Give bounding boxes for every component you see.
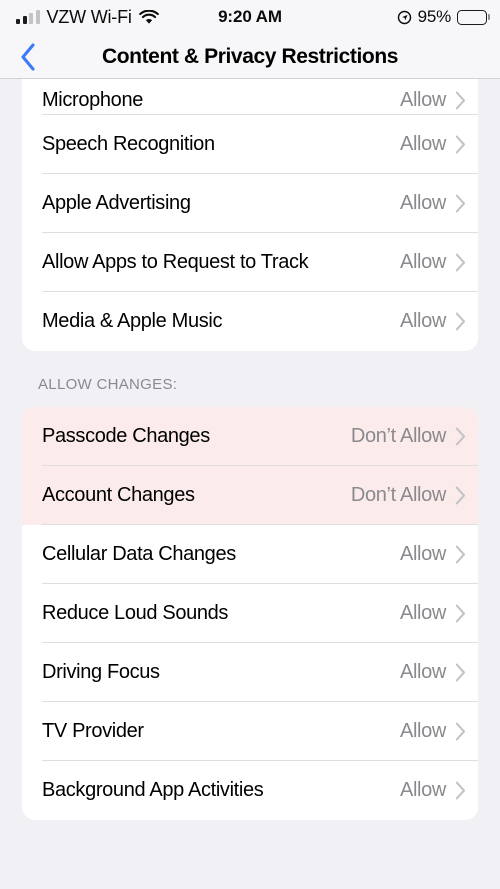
settings-row-accessory: Allow xyxy=(400,192,466,215)
chevron-right-icon xyxy=(455,545,466,564)
settings-row[interactable]: Media & Apple Music Allow xyxy=(22,292,478,351)
settings-row-accessory: Don’t Allow xyxy=(351,425,466,448)
settings-row-accessory: Allow xyxy=(400,720,466,743)
settings-row-label: Media & Apple Music xyxy=(42,310,223,332)
settings-row-value: Allow xyxy=(399,543,446,565)
settings-row-value: Don’t Allow xyxy=(350,425,446,447)
chevron-right-icon xyxy=(455,486,466,505)
settings-row-accessory: Allow xyxy=(400,310,466,333)
chevron-right-icon xyxy=(455,781,466,800)
settings-row-accessory: Allow xyxy=(400,133,466,156)
settings-row-label: Passcode Changes xyxy=(42,425,210,447)
settings-scroll-view[interactable]: Microphone Allow Speech Recognition Allow Ap… xyxy=(0,79,500,889)
chevron-right-icon xyxy=(455,427,466,446)
settings-row-value: Don’t Allow xyxy=(350,484,446,506)
settings-group-card: Passcode Changes Don’t Allow Account Chang… xyxy=(22,407,478,820)
settings-row[interactable]: Passcode Changes Don’t Allow xyxy=(22,407,478,466)
settings-row-label: Reduce Loud Sounds xyxy=(42,602,229,624)
settings-row[interactable]: TV Provider Allow xyxy=(22,702,478,761)
settings-row-accessory: Allow xyxy=(400,543,466,566)
settings-row-value: Allow xyxy=(399,310,446,332)
status-bar-right: 95% xyxy=(397,7,490,27)
battery-percent-label: 95% xyxy=(417,7,452,26)
settings-row[interactable]: Microphone Allow xyxy=(22,79,478,115)
navigation-bar: Content & Privacy Restrictions xyxy=(0,34,500,79)
settings-row-value: Allow xyxy=(399,133,446,155)
location-arrow-icon xyxy=(397,10,412,25)
settings-row-label: Microphone xyxy=(42,89,144,111)
chevron-right-icon xyxy=(455,604,466,623)
settings-row-accessory: Allow xyxy=(400,251,466,274)
chevron-right-icon xyxy=(455,135,466,154)
chevron-right-icon xyxy=(455,91,466,110)
chevron-right-icon xyxy=(455,722,466,741)
settings-row-label: Background App Activities xyxy=(42,779,264,801)
settings-row-accessory: Allow xyxy=(400,89,466,112)
settings-row-value: Allow xyxy=(399,192,446,214)
settings-row[interactable]: Driving Focus Allow xyxy=(22,643,478,702)
settings-row-label: Speech Recognition xyxy=(42,133,215,155)
settings-row-value: Allow xyxy=(399,779,446,801)
chevron-right-icon xyxy=(455,312,466,331)
iphone-screen: VZW Wi-Fi 9:20 AM 95% Content & Privacy … xyxy=(0,0,500,889)
settings-row-label: Cellular Data Changes xyxy=(42,543,236,565)
page-title: Content & Privacy Restrictions xyxy=(101,44,399,68)
settings-row[interactable]: Apple Advertising Allow xyxy=(22,174,478,233)
chevron-right-icon xyxy=(455,194,466,213)
settings-row-label: Apple Advertising xyxy=(42,192,191,214)
settings-row-value: Allow xyxy=(399,89,446,111)
settings-row-label: Driving Focus xyxy=(42,661,160,683)
settings-row-value: Allow xyxy=(399,251,446,273)
settings-row[interactable]: Allow Apps to Request to Track Allow xyxy=(22,233,478,292)
settings-row[interactable]: Account Changes Don’t Allow xyxy=(22,466,478,525)
settings-row-accessory: Don’t Allow xyxy=(351,484,466,507)
settings-row-value: Allow xyxy=(399,661,446,683)
settings-row[interactable]: Reduce Loud Sounds Allow xyxy=(22,584,478,643)
settings-row-label: Account Changes xyxy=(42,484,195,506)
settings-row-label: Allow Apps to Request to Track xyxy=(42,251,309,273)
settings-row-accessory: Allow xyxy=(400,779,466,802)
settings-row-accessory: Allow xyxy=(400,602,466,625)
settings-row-value: Allow xyxy=(399,720,446,742)
settings-group-card: Microphone Allow Speech Recognition Allow Ap… xyxy=(22,79,478,351)
settings-row-accessory: Allow xyxy=(400,661,466,684)
chevron-right-icon xyxy=(455,663,466,682)
section-header: ALLOW CHANGES: xyxy=(38,376,178,393)
settings-row-label: TV Provider xyxy=(42,720,144,742)
chevron-right-icon xyxy=(455,253,466,272)
settings-row[interactable]: Background App Activities Allow xyxy=(22,761,478,820)
settings-row[interactable]: Cellular Data Changes Allow xyxy=(22,525,478,584)
settings-row[interactable]: Speech Recognition Allow xyxy=(22,115,478,174)
status-bar: VZW Wi-Fi 9:20 AM 95% xyxy=(0,0,500,34)
settings-row-value: Allow xyxy=(399,602,446,624)
battery-full-icon xyxy=(457,9,490,25)
